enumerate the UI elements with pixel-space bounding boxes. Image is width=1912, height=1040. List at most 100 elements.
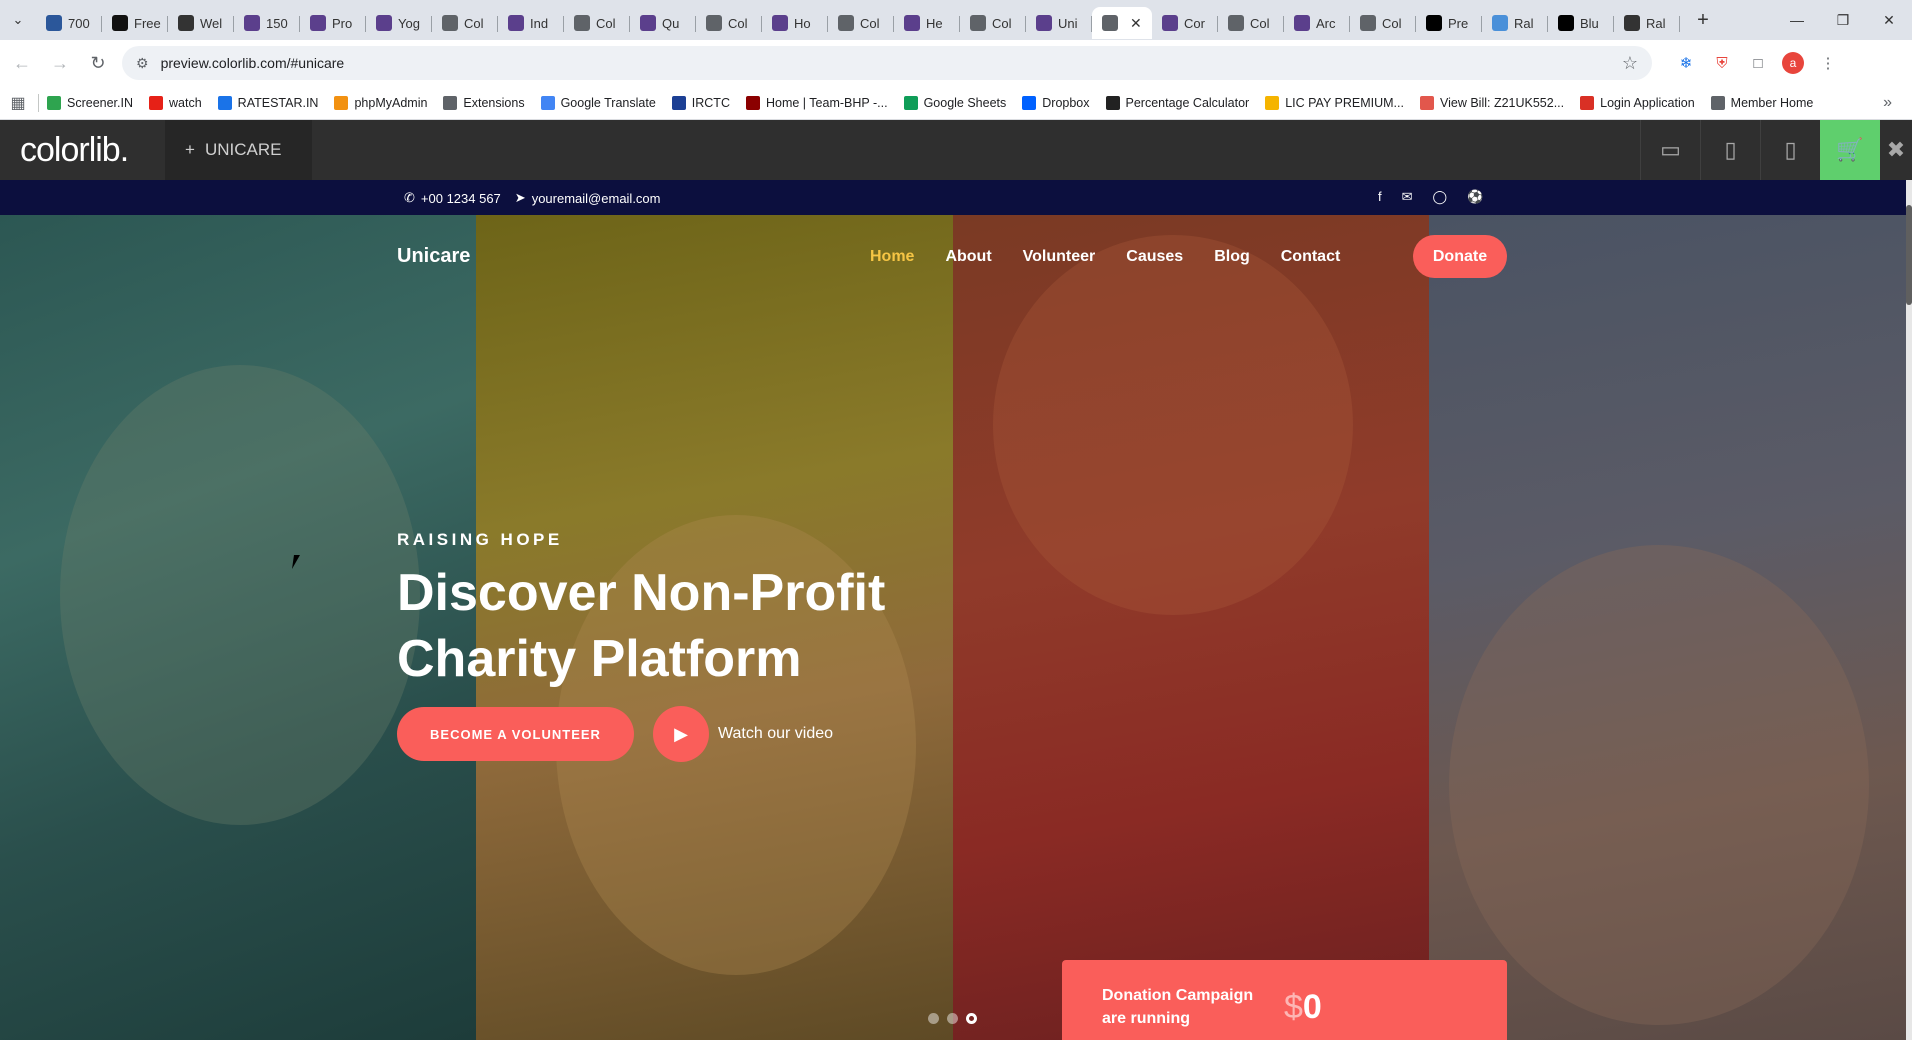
browser-tab[interactable]: Col [696, 7, 762, 39]
apps-grid-icon[interactable]: ▦ [0, 93, 36, 113]
menu-item-causes[interactable]: Causes [1126, 248, 1183, 266]
browser-tab[interactable]: Free [102, 7, 168, 39]
menu-dots-icon[interactable]: ⋮ [1816, 51, 1840, 75]
browser-tab[interactable]: Col [432, 7, 498, 39]
site-brand[interactable]: Unicare [397, 245, 470, 268]
phone-contact[interactable]: ✆ +00 1234 567 [404, 190, 501, 206]
browser-tab[interactable]: 150 [234, 7, 300, 39]
play-video-button[interactable]: ▶ [653, 706, 709, 762]
browser-tab[interactable]: Arc [1284, 7, 1350, 39]
cart-icon[interactable]: 🛒 [1820, 120, 1880, 180]
desktop-view-icon[interactable]: ▭ [1640, 120, 1700, 180]
page-scrollbar[interactable] [1906, 180, 1912, 1040]
browser-tab[interactable]: Ind [498, 7, 564, 39]
profile-avatar[interactable]: a [1782, 52, 1804, 74]
bookmark-item[interactable]: Home | Team-BHP -... [745, 95, 888, 110]
colorlib-icon [310, 15, 326, 31]
tab-title: 150 [266, 15, 288, 31]
browser-tab[interactable]: ✕ [1092, 7, 1152, 39]
browser-tab[interactable]: Col [828, 7, 894, 39]
theme-selector[interactable]: + UNICARE [165, 120, 312, 180]
browser-tab[interactable]: Col [564, 7, 630, 39]
bookmark-item[interactable]: Screener.IN [47, 95, 133, 110]
bookmark-item[interactable]: Google Translate [540, 95, 656, 110]
browser-tab[interactable]: Ho [762, 7, 828, 39]
site-info-icon[interactable]: ⚙ [136, 55, 149, 72]
browser-tab[interactable]: Qu [630, 7, 696, 39]
browser-tab[interactable]: Ral [1614, 7, 1680, 39]
close-preview-icon[interactable]: ✖ [1880, 120, 1912, 180]
browser-tab[interactable]: Pre [1416, 7, 1482, 39]
menu-item-home[interactable]: Home [870, 248, 914, 266]
bookmark-item[interactable]: RATESTAR.IN [217, 95, 318, 110]
mobile-view-icon[interactable]: ▯ [1760, 120, 1820, 180]
twitter-icon[interactable]: ✉ [1402, 189, 1413, 205]
forward-icon[interactable]: → [44, 47, 76, 79]
menu-item-contact[interactable]: Contact [1281, 248, 1341, 266]
browser-tab[interactable]: Col [1218, 7, 1284, 39]
slider-dot-active[interactable] [966, 1013, 977, 1024]
bookmark-label: Member Home [1730, 95, 1814, 110]
browser-tab[interactable]: Wel [168, 7, 234, 39]
bookmark-item[interactable]: Login Application [1580, 95, 1695, 110]
more-bookmarks-icon[interactable]: » [1883, 94, 1892, 112]
browser-tab[interactable]: Pro [300, 7, 366, 39]
browser-tab[interactable]: Ral [1482, 7, 1548, 39]
menu-item-blog[interactable]: Blog [1214, 248, 1250, 266]
slider-dot[interactable] [928, 1013, 939, 1024]
menu-item-volunteer[interactable]: Volunteer [1023, 248, 1096, 266]
tablet-view-icon[interactable]: ▯ [1700, 120, 1760, 180]
dribbble-icon[interactable]: ⚽ [1467, 189, 1483, 205]
address-bar[interactable]: ⚙ preview.colorlib.com/#unicare ☆ [122, 46, 1652, 80]
close-window-icon[interactable]: ✕ [1866, 0, 1912, 40]
browser-tab[interactable]: He [894, 7, 960, 39]
bookmark-item[interactable]: Member Home [1710, 95, 1814, 110]
browser-tab[interactable]: 700 [36, 7, 102, 39]
email-contact[interactable]: ➤ youremail@email.com [515, 190, 661, 206]
bookmark-item[interactable]: View Bill: Z21UK552... [1419, 95, 1564, 110]
extension-icon[interactable]: ❄ [1674, 51, 1698, 75]
puzzle-icon[interactable]: □ [1746, 51, 1770, 75]
web-icon [1492, 15, 1508, 31]
bookmark-item[interactable]: Dropbox [1022, 95, 1090, 110]
slider-dot[interactable] [947, 1013, 958, 1024]
tab-search-icon[interactable]: ⌄ [0, 0, 36, 40]
tab-title: Col [596, 15, 616, 31]
bookmark-item[interactable]: Google Sheets [903, 95, 1006, 110]
globe-icon [1360, 15, 1376, 31]
bookmark-item[interactable]: Percentage Calculator [1105, 95, 1250, 110]
colorlib-logo[interactable]: colorlib. [0, 120, 165, 180]
scrollbar-thumb[interactable] [1906, 205, 1912, 305]
browser-tab[interactable]: Col [960, 7, 1026, 39]
currency-symbol: $ [1284, 988, 1303, 1026]
back-icon[interactable]: ← [6, 47, 38, 79]
bookmark-label: Percentage Calculator [1125, 95, 1250, 110]
bookmark-item[interactable]: Extensions [443, 95, 525, 110]
bookmark-item[interactable]: LIC PAY PREMIUM... [1265, 95, 1404, 110]
facebook-icon[interactable]: f [1378, 189, 1382, 205]
bookmark-star-icon[interactable]: ☆ [1622, 53, 1638, 74]
browser-tab[interactable]: Col [1350, 7, 1416, 39]
restore-icon[interactable]: ❐ [1820, 0, 1866, 40]
browser-tab[interactable]: Yog [366, 7, 432, 39]
browser-tab[interactable]: Uni [1026, 7, 1092, 39]
browser-tab[interactable]: Cor [1152, 7, 1218, 39]
watch-video-link[interactable]: Watch our video [718, 725, 833, 743]
browser-tab[interactable]: Blu [1548, 7, 1614, 39]
new-tab-button[interactable]: + [1688, 9, 1718, 32]
bill-icon [1419, 95, 1434, 110]
tab-title: Pro [332, 15, 353, 31]
minimize-icon[interactable]: — [1774, 0, 1820, 40]
bookmark-item[interactable]: watch [149, 95, 202, 110]
reload-icon[interactable]: ↻ [82, 47, 114, 79]
bookmark-label: Home | Team-BHP -... [765, 95, 888, 110]
become-volunteer-button[interactable]: BECOME A VOLUNTEER [397, 707, 634, 761]
instagram-icon[interactable]: ◯ [1433, 189, 1448, 205]
bookmark-item[interactable]: IRCTC [671, 95, 730, 110]
close-tab-icon[interactable]: ✕ [1130, 15, 1142, 32]
menu-item-about[interactable]: About [945, 248, 991, 266]
donate-button[interactable]: Donate [1413, 235, 1507, 278]
bookmark-item[interactable]: phpMyAdmin [334, 95, 427, 110]
brave-shield-icon[interactable]: ⛨ [1710, 51, 1734, 75]
url-text[interactable]: preview.colorlib.com/#unicare [161, 55, 345, 71]
